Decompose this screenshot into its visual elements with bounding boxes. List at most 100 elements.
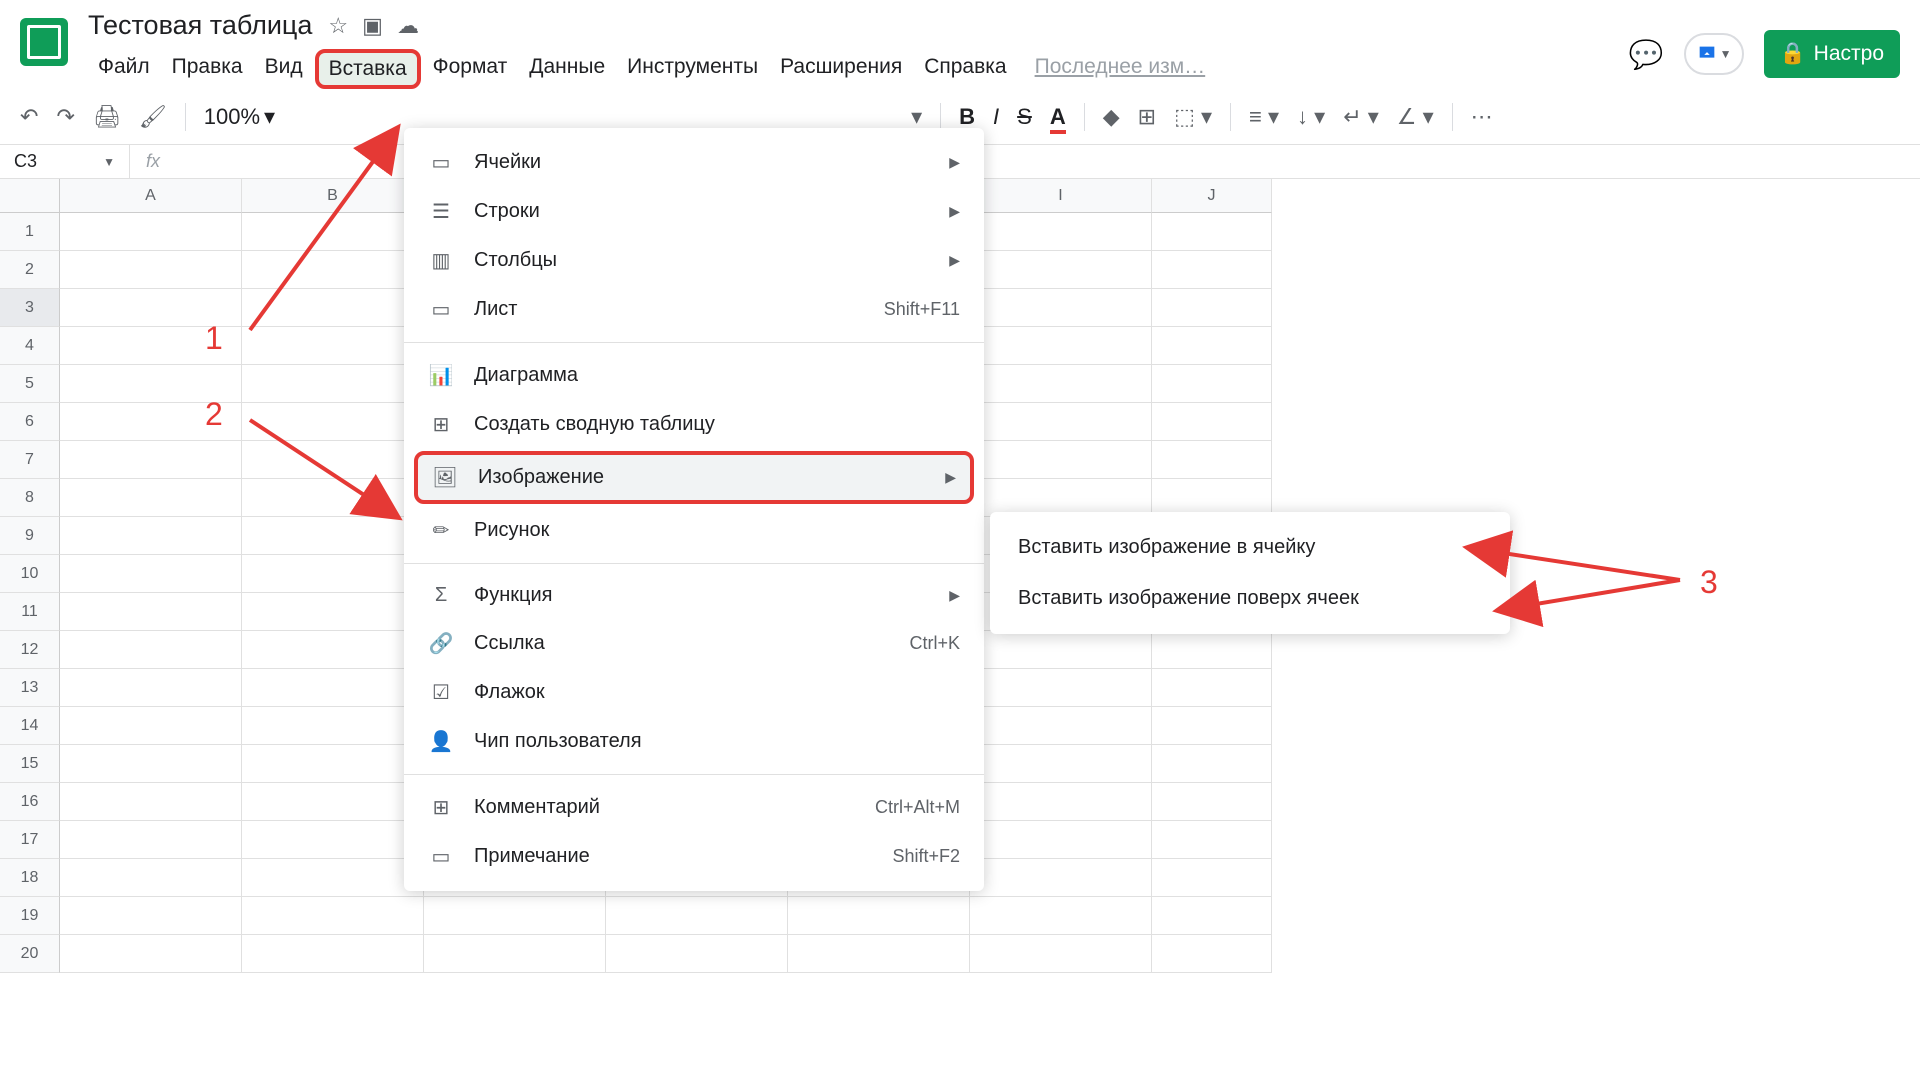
more-icon[interactable]: ⋯ [1471, 104, 1493, 130]
cell[interactable] [60, 251, 242, 289]
share-button[interactable]: 🔒 Настро [1764, 30, 1900, 78]
insert-image-in-cell[interactable]: Вставить изображение в ячейку [990, 522, 1510, 573]
cell[interactable] [788, 935, 970, 973]
cell[interactable] [242, 441, 424, 479]
menu-item-Чип пользователя[interactable]: 👤 Чип пользователя [404, 717, 984, 766]
cell[interactable] [60, 821, 242, 859]
cell[interactable] [60, 859, 242, 897]
star-icon[interactable]: ☆ [328, 13, 348, 39]
cell[interactable] [60, 517, 242, 555]
borders-icon[interactable]: ⊞ [1138, 104, 1156, 130]
menu-view[interactable]: Вид [255, 49, 313, 89]
row-header[interactable]: 5 [0, 365, 60, 403]
insert-image-over-cells[interactable]: Вставить изображение поверх ячеек [990, 573, 1510, 624]
menu-item-Создать сводную таблицу[interactable]: ⊞ Создать сводную таблицу [404, 400, 984, 449]
cell[interactable] [970, 631, 1152, 669]
cell[interactable] [60, 783, 242, 821]
print-icon[interactable]: 🖨 [93, 104, 121, 130]
cell[interactable] [242, 365, 424, 403]
menu-item-Функция[interactable]: Σ Функция ▶ [404, 572, 984, 619]
cell[interactable] [970, 745, 1152, 783]
comments-icon[interactable]: 💬 [1629, 38, 1664, 71]
cell[interactable] [242, 935, 424, 973]
cell[interactable] [1152, 251, 1272, 289]
cell[interactable] [242, 669, 424, 707]
cell[interactable] [242, 517, 424, 555]
row-header[interactable]: 4 [0, 327, 60, 365]
cell[interactable] [970, 821, 1152, 859]
cell[interactable] [60, 441, 242, 479]
row-header[interactable]: 16 [0, 783, 60, 821]
menu-item-Комментарий[interactable]: ⊞ Комментарий Ctrl+Alt+M [404, 783, 984, 832]
cell[interactable] [970, 935, 1152, 973]
cell[interactable] [970, 669, 1152, 707]
menu-item-Строки[interactable]: ☰ Строки ▶ [404, 187, 984, 236]
cell[interactable] [242, 783, 424, 821]
cell[interactable] [424, 897, 606, 935]
row-header[interactable]: 11 [0, 593, 60, 631]
menu-tools[interactable]: Инструменты [617, 49, 768, 89]
cell[interactable] [60, 631, 242, 669]
redo-icon[interactable]: ↷ [56, 104, 74, 130]
cell[interactable] [60, 365, 242, 403]
menu-extensions[interactable]: Расширения [770, 49, 912, 89]
cell[interactable] [242, 821, 424, 859]
col-header[interactable]: A [60, 179, 242, 213]
cell[interactable] [60, 479, 242, 517]
row-header[interactable]: 17 [0, 821, 60, 859]
cell[interactable] [1152, 821, 1272, 859]
cell[interactable] [242, 631, 424, 669]
menu-item-Примечание[interactable]: ▭ Примечание Shift+F2 [404, 832, 984, 881]
cell[interactable] [60, 593, 242, 631]
cell[interactable] [60, 289, 242, 327]
cell[interactable] [1152, 441, 1272, 479]
menu-item-Лист[interactable]: ▭ Лист Shift+F11 [404, 285, 984, 334]
cell[interactable] [1152, 669, 1272, 707]
bold-icon[interactable]: B [959, 104, 975, 130]
cell[interactable] [60, 403, 242, 441]
cell[interactable] [1152, 707, 1272, 745]
cell[interactable] [242, 327, 424, 365]
row-header[interactable]: 13 [0, 669, 60, 707]
zoom-select[interactable]: 100% ▾ [204, 104, 275, 130]
present-button[interactable]: ▼ [1684, 33, 1744, 75]
row-header[interactable]: 1 [0, 213, 60, 251]
fill-color-icon[interactable]: ◆ [1103, 104, 1120, 130]
last-edit[interactable]: Последнее изм… [1031, 49, 1210, 89]
menu-edit[interactable]: Правка [162, 49, 253, 89]
doc-title[interactable]: Тестовая таблица [88, 10, 312, 41]
cell[interactable] [970, 213, 1152, 251]
cell[interactable] [970, 441, 1152, 479]
menu-format[interactable]: Формат [423, 49, 518, 89]
cell[interactable] [970, 707, 1152, 745]
cell[interactable] [60, 707, 242, 745]
cell[interactable] [1152, 327, 1272, 365]
menu-item-Флажок[interactable]: ☑ Флажок [404, 668, 984, 717]
row-header[interactable]: 12 [0, 631, 60, 669]
menu-item-Столбцы[interactable]: ▥ Столбцы ▶ [404, 236, 984, 285]
cell[interactable] [60, 935, 242, 973]
cell[interactable] [60, 897, 242, 935]
cell[interactable] [1152, 897, 1272, 935]
halign-icon[interactable]: ≡ ▾ [1249, 104, 1279, 130]
wrap-icon[interactable]: ↵ ▾ [1343, 104, 1379, 130]
cell[interactable] [242, 403, 424, 441]
menu-item-Ячейки[interactable]: ▭ Ячейки ▶ [404, 138, 984, 187]
menu-data[interactable]: Данные [519, 49, 615, 89]
row-header[interactable]: 7 [0, 441, 60, 479]
col-header[interactable]: B [242, 179, 424, 213]
cell[interactable] [242, 745, 424, 783]
row-header[interactable]: 15 [0, 745, 60, 783]
cell[interactable] [970, 289, 1152, 327]
row-header[interactable]: 19 [0, 897, 60, 935]
cloud-icon[interactable]: ☁ [397, 13, 419, 39]
name-box[interactable]: C3▼ [0, 145, 130, 178]
cell[interactable] [242, 593, 424, 631]
select-all-corner[interactable] [0, 179, 60, 213]
cell[interactable] [424, 935, 606, 973]
cell[interactable] [970, 403, 1152, 441]
cell[interactable] [1152, 403, 1272, 441]
cell[interactable] [1152, 935, 1272, 973]
merge-icon[interactable]: ⬚ ▾ [1174, 104, 1212, 130]
text-color-icon[interactable]: A [1050, 104, 1066, 130]
